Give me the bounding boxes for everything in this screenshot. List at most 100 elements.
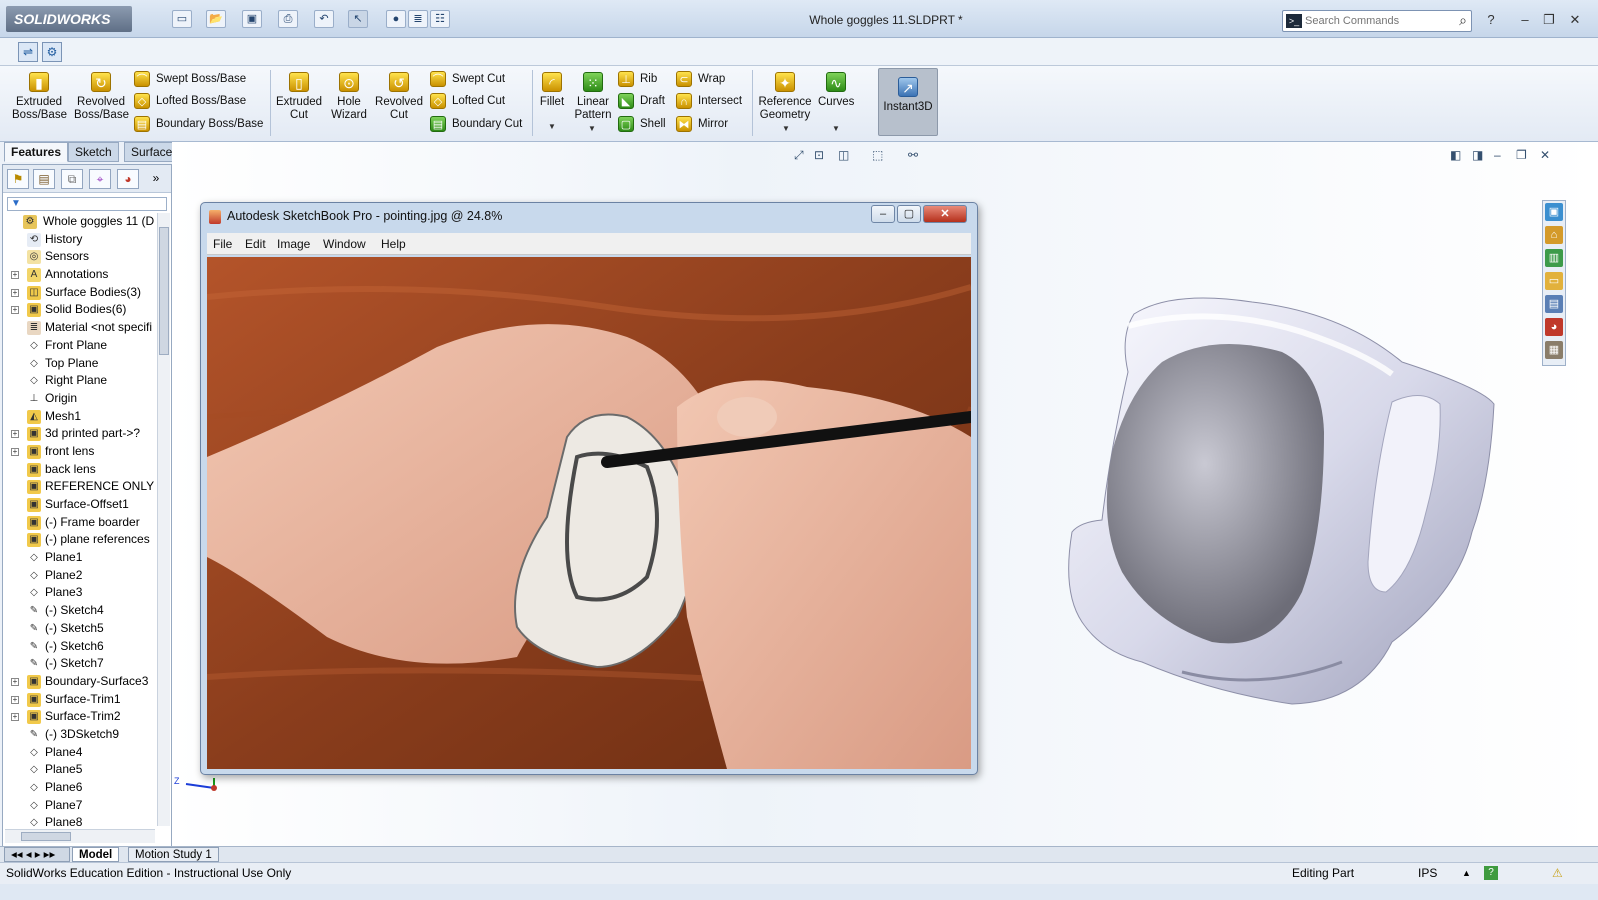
curves-button[interactable]: ∿ Curves — [818, 72, 854, 109]
tree-item[interactable]: + ▣ 3d printed part->? — [5, 425, 155, 443]
tree-item[interactable]: ✎ (-) Sketch6 — [5, 638, 155, 656]
tab-sketch[interactable]: Sketch — [68, 142, 119, 162]
viewport-minimize-icon[interactable]: – — [1494, 148, 1501, 162]
tree-item[interactable]: ✎ (-) Sketch5 — [5, 620, 155, 638]
home-icon[interactable]: ⌂ — [1545, 226, 1563, 244]
menu-edit[interactable]: Edit — [245, 237, 266, 251]
zoom-area-icon[interactable]: ⊡ — [814, 148, 824, 162]
reference-geometry-button[interactable]: ✦ Reference Geometry — [756, 72, 814, 122]
undo-icon[interactable]: ↶ — [314, 10, 334, 28]
tree-horizontal-scrollbar[interactable] — [5, 829, 155, 843]
tree-item[interactable]: ▣ (-) plane references — [5, 531, 155, 549]
swept-boss-button[interactable]: ⌒ Swept Boss/Base — [134, 70, 246, 88]
tab-features[interactable]: Features — [4, 142, 69, 162]
appearances-icon[interactable]: ◕ — [1545, 318, 1563, 336]
tree-item[interactable]: ✎ (-) 3DSketch9 — [5, 726, 155, 744]
boundary-cut-button[interactable]: ▤ Boundary Cut — [430, 115, 522, 133]
viewport-restore-icon[interactable]: ❐ — [1516, 148, 1527, 162]
expand-node-icon[interactable]: + — [11, 271, 19, 280]
tree-item[interactable]: ◭ Mesh1 — [5, 408, 155, 426]
mirror-button[interactable]: ⧓ Mirror — [676, 115, 728, 133]
print-icon[interactable]: ⎙ — [278, 10, 298, 28]
expand-node-icon[interactable]: + — [11, 695, 19, 704]
viewport-tile-icon[interactable]: ◧ — [1450, 148, 1461, 162]
command-manager-icon[interactable]: ⇌ — [18, 42, 38, 62]
save-icon[interactable]: ▣ — [242, 10, 262, 28]
add-in-icon[interactable]: ⚙ — [42, 42, 62, 62]
display-style-icon[interactable]: ⚯ — [908, 148, 918, 162]
sketchbook-minimize-icon[interactable]: – — [871, 205, 895, 223]
feature-tree-icon[interactable]: ⚑ — [7, 169, 29, 189]
hole-wizard-button[interactable]: ⊙ Hole Wizard — [326, 72, 372, 122]
new-document-icon[interactable]: ▭ — [172, 10, 192, 28]
instant3d-button[interactable]: ↗ Instant3D — [878, 68, 938, 136]
menu-file[interactable]: File — [213, 237, 232, 251]
pattern-dropdown-icon[interactable]: ▼ — [588, 124, 596, 133]
status-units[interactable]: IPS — [1418, 863, 1437, 883]
tree-item[interactable]: ◇ Plane5 — [5, 761, 155, 779]
configuration-manager-icon[interactable]: ⧉ — [61, 169, 83, 189]
tree-item[interactable]: ◇ Plane6 — [5, 779, 155, 797]
file-properties-icon[interactable]: ≣ — [408, 10, 428, 28]
intersect-button[interactable]: ∩ Intersect — [676, 92, 742, 110]
boundary-boss-button[interactable]: ▤ Boundary Boss/Base — [134, 115, 263, 133]
expand-node-icon[interactable]: + — [11, 430, 19, 439]
tree-item[interactable]: + A Annotations — [5, 266, 155, 284]
expand-node-icon[interactable]: + — [11, 447, 19, 456]
scroll-thumb[interactable] — [21, 832, 71, 841]
file-explorer-icon[interactable]: ▭ — [1545, 272, 1563, 290]
tree-item[interactable]: ▣ REFERENCE ONLY fra — [5, 478, 155, 496]
tree-item[interactable]: ◇ Plane8 — [5, 814, 155, 829]
tree-item[interactable]: + ▣ Solid Bodies(6) — [5, 301, 155, 319]
tree-filter[interactable]: ▼ — [7, 197, 167, 211]
property-manager-icon[interactable]: ▤ — [33, 169, 55, 189]
dimxpert-icon[interactable]: ⌖ — [89, 169, 111, 189]
sketchbook-maximize-icon[interactable]: ▢ — [897, 205, 921, 223]
revolved-boss-button[interactable]: ↻ Revolved Boss/Base — [74, 72, 129, 122]
curves-dropdown-icon[interactable]: ▼ — [832, 124, 840, 133]
tree-item[interactable]: ≣ Material <not specifi — [5, 319, 155, 337]
tree-item[interactable]: ◇ Plane1 — [5, 549, 155, 567]
goggles-3d-model[interactable] — [1062, 292, 1512, 722]
tree-item[interactable]: ✎ (-) Sketch7 — [5, 655, 155, 673]
tree-item[interactable]: + ▣ Surface-Trim1 — [5, 691, 155, 709]
tree-item[interactable]: + ◫ Surface Bodies(3) — [5, 284, 155, 302]
quick-tips-icon[interactable]: ? — [1484, 866, 1498, 880]
expand-node-icon[interactable]: + — [11, 306, 19, 315]
tree-item[interactable]: + ▣ front lens — [5, 443, 155, 461]
menu-help[interactable]: Help — [381, 237, 406, 251]
tree-item[interactable]: ⊥ Origin — [5, 390, 155, 408]
viewport-close-icon[interactable]: ✕ — [1540, 148, 1550, 162]
rebuild-traffic-light-icon[interactable]: ● — [386, 10, 406, 28]
extruded-boss-button[interactable]: ▮ Extruded Boss/Base — [12, 72, 67, 122]
search-commands-box[interactable]: >_ ⌕ — [1282, 10, 1472, 32]
design-library-icon[interactable]: ▥ — [1545, 249, 1563, 267]
expand-node-icon[interactable]: + — [11, 288, 19, 297]
solidworks-logo[interactable]: SOLIDWORKS — [6, 6, 132, 32]
draft-button[interactable]: ◣ Draft — [618, 92, 665, 110]
fillet-button[interactable]: ◜ Fillet — [536, 72, 568, 109]
resources-icon[interactable]: ▣ — [1545, 203, 1563, 221]
tab-model[interactable]: Model — [72, 847, 120, 862]
tree-item[interactable]: + ▣ Surface-Trim2 — [5, 708, 155, 726]
tree-item[interactable]: ▣ back lens — [5, 461, 155, 479]
units-dropdown-icon[interactable]: ▲ — [1462, 863, 1471, 883]
minimize-icon[interactable]: – — [1516, 12, 1534, 27]
tree-item[interactable]: ◇ Plane4 — [5, 744, 155, 762]
tree-item[interactable]: ◇ Plane2 — [5, 567, 155, 585]
search-input[interactable] — [1305, 13, 1445, 29]
select-cursor-icon[interactable]: ↖ — [348, 10, 368, 28]
tab-motion-study[interactable]: Motion Study 1 — [128, 847, 219, 862]
tree-root[interactable]: ⚙ Whole goggles 11 (D — [5, 213, 155, 231]
reference-geometry-dropdown-icon[interactable]: ▼ — [782, 124, 790, 133]
scroll-thumb[interactable] — [159, 227, 169, 355]
display-manager-icon[interactable]: ◕ — [117, 169, 139, 189]
custom-properties-icon[interactable]: ▦ — [1545, 341, 1563, 359]
tree-item[interactable]: ◇ Right Plane — [5, 372, 155, 390]
open-folder-icon[interactable]: 📂 — [206, 10, 226, 28]
sketchbook-close-icon[interactable]: ✕ — [923, 205, 967, 223]
revolved-cut-button[interactable]: ↺ Revolved Cut — [374, 72, 424, 122]
tree-vertical-scrollbar[interactable] — [157, 213, 170, 826]
tree-item[interactable]: ▣ (-) Frame boarder — [5, 514, 155, 532]
tree-item[interactable]: ◇ Plane3 — [5, 584, 155, 602]
